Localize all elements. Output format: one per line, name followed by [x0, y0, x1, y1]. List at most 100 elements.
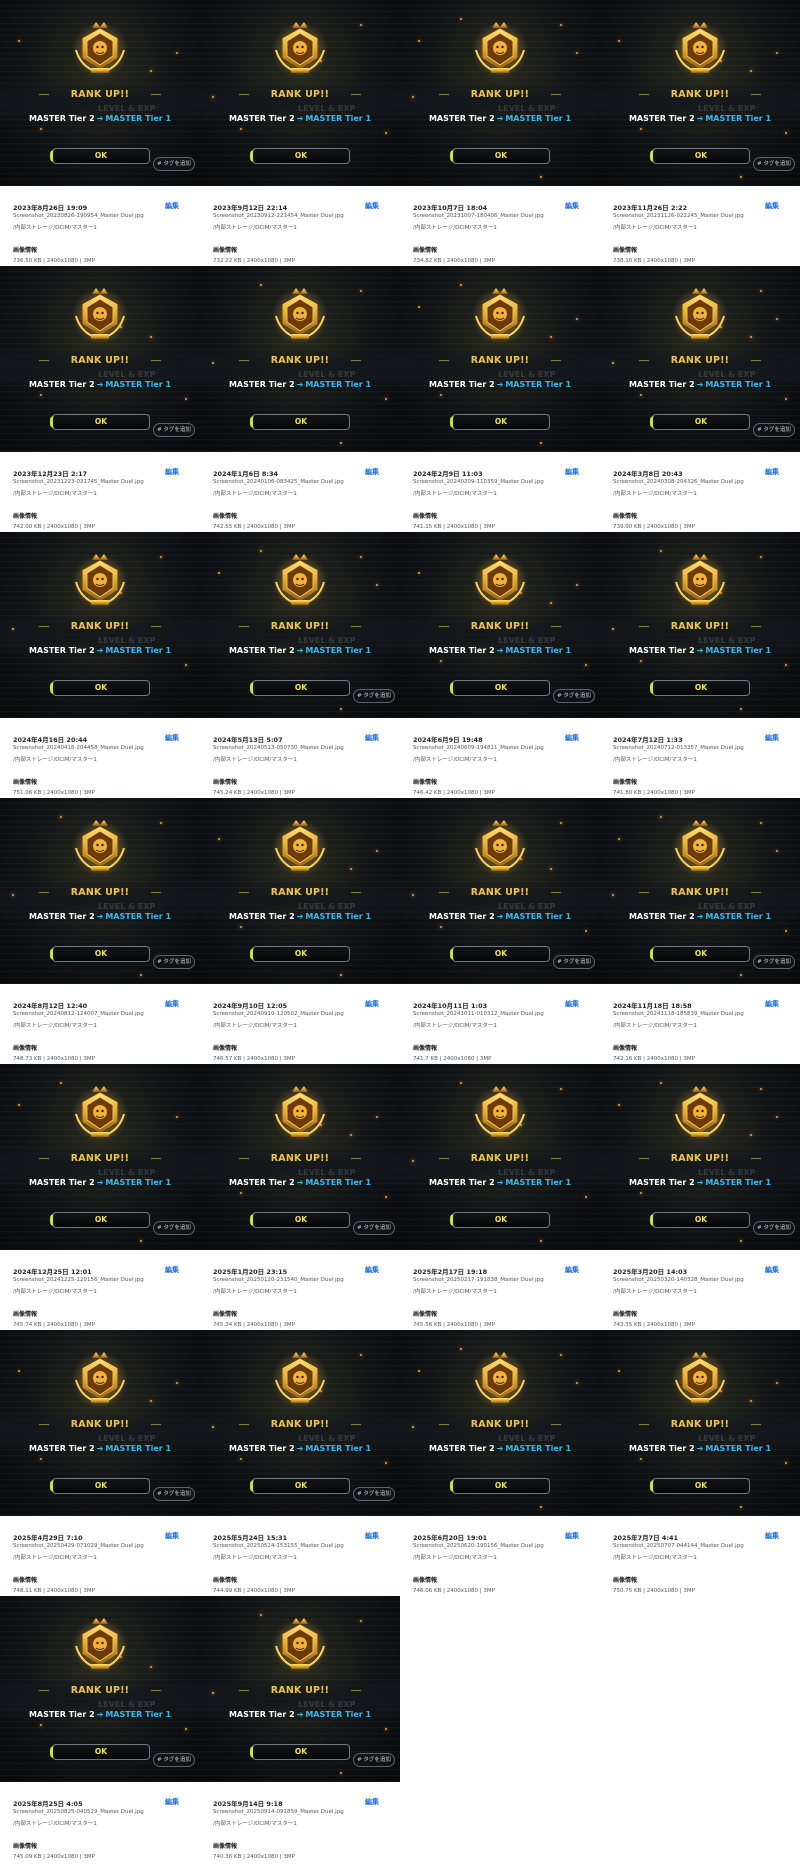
add-tag-button[interactable]: # タグを追加: [153, 1221, 195, 1235]
screenshot-thumbnail[interactable]: LEVEL & EXP RANK UP!! MASTER Tier 2 ➔ MA…: [400, 798, 600, 984]
edit-button[interactable]: 編集: [165, 999, 179, 1009]
ok-button[interactable]: OK: [450, 414, 550, 430]
screenshot-thumbnail[interactable]: LEVEL & EXP RANK UP!! MASTER Tier 2 ➔ MA…: [600, 1064, 800, 1250]
ok-button[interactable]: OK: [250, 148, 350, 164]
gallery-item[interactable]: LEVEL & EXP RANK UP!! MASTER Tier 2 ➔ MA…: [400, 1064, 600, 1330]
screenshot-thumbnail[interactable]: LEVEL & EXP RANK UP!! MASTER Tier 2 ➔ MA…: [400, 532, 600, 718]
screenshot-thumbnail[interactable]: LEVEL & EXP RANK UP!! MASTER Tier 2 ➔ MA…: [200, 798, 400, 984]
ok-button[interactable]: OK: [450, 1478, 550, 1494]
edit-button[interactable]: 編集: [165, 201, 179, 211]
screenshot-thumbnail[interactable]: LEVEL & EXP RANK UP!! MASTER Tier 2 ➔ MA…: [0, 1064, 200, 1250]
add-tag-button[interactable]: # タグを追加: [753, 157, 795, 171]
ok-button[interactable]: OK: [50, 1212, 150, 1228]
ok-button[interactable]: OK: [250, 680, 350, 696]
edit-button[interactable]: 編集: [565, 733, 579, 743]
ok-button[interactable]: OK: [250, 1744, 350, 1760]
screenshot-thumbnail[interactable]: LEVEL & EXP RANK UP!! MASTER Tier 2 ➔ MA…: [600, 0, 800, 186]
ok-button[interactable]: OK: [450, 1212, 550, 1228]
gallery-item[interactable]: LEVEL & EXP RANK UP!! MASTER Tier 2 ➔ MA…: [400, 0, 600, 266]
gallery-item[interactable]: LEVEL & EXP RANK UP!! MASTER Tier 2 ➔ MA…: [600, 0, 800, 266]
ok-button[interactable]: OK: [50, 946, 150, 962]
screenshot-thumbnail[interactable]: LEVEL & EXP RANK UP!! MASTER Tier 2 ➔ MA…: [400, 1330, 600, 1516]
ok-button[interactable]: OK: [50, 148, 150, 164]
ok-button[interactable]: OK: [650, 1212, 750, 1228]
add-tag-button[interactable]: # タグを追加: [753, 955, 795, 969]
add-tag-button[interactable]: # タグを追加: [753, 423, 795, 437]
edit-button[interactable]: 編集: [165, 1797, 179, 1807]
gallery-item[interactable]: LEVEL & EXP RANK UP!! MASTER Tier 2 ➔ MA…: [600, 532, 800, 798]
ok-button[interactable]: OK: [650, 946, 750, 962]
add-tag-button[interactable]: # タグを追加: [553, 955, 595, 969]
ok-button[interactable]: OK: [650, 1478, 750, 1494]
add-tag-button[interactable]: # タグを追加: [353, 689, 395, 703]
screenshot-thumbnail[interactable]: LEVEL & EXP RANK UP!! MASTER Tier 2 ➔ MA…: [0, 1596, 200, 1782]
gallery-item[interactable]: LEVEL & EXP RANK UP!! MASTER Tier 2 ➔ MA…: [600, 798, 800, 1064]
edit-button[interactable]: 編集: [165, 733, 179, 743]
gallery-item[interactable]: LEVEL & EXP RANK UP!! MASTER Tier 2 ➔ MA…: [200, 1596, 400, 1862]
ok-button[interactable]: OK: [50, 1744, 150, 1760]
edit-button[interactable]: 編集: [565, 1531, 579, 1541]
ok-button[interactable]: OK: [450, 148, 550, 164]
edit-button[interactable]: 編集: [765, 733, 779, 743]
gallery-item[interactable]: LEVEL & EXP RANK UP!! MASTER Tier 2 ➔ MA…: [0, 532, 200, 798]
screenshot-thumbnail[interactable]: LEVEL & EXP RANK UP!! MASTER Tier 2 ➔ MA…: [200, 1596, 400, 1782]
ok-button[interactable]: OK: [50, 680, 150, 696]
add-tag-button[interactable]: # タグを追加: [553, 689, 595, 703]
edit-button[interactable]: 編集: [365, 1797, 379, 1807]
screenshot-thumbnail[interactable]: LEVEL & EXP RANK UP!! MASTER Tier 2 ➔ MA…: [400, 0, 600, 186]
edit-button[interactable]: 編集: [765, 1265, 779, 1275]
screenshot-thumbnail[interactable]: LEVEL & EXP RANK UP!! MASTER Tier 2 ➔ MA…: [400, 266, 600, 452]
edit-button[interactable]: 編集: [365, 1531, 379, 1541]
add-tag-button[interactable]: # タグを追加: [353, 1753, 395, 1767]
screenshot-thumbnail[interactable]: LEVEL & EXP RANK UP!! MASTER Tier 2 ➔ MA…: [200, 0, 400, 186]
ok-button[interactable]: OK: [250, 414, 350, 430]
edit-button[interactable]: 編集: [365, 1265, 379, 1275]
screenshot-thumbnail[interactable]: LEVEL & EXP RANK UP!! MASTER Tier 2 ➔ MA…: [0, 532, 200, 718]
add-tag-button[interactable]: # タグを追加: [153, 423, 195, 437]
screenshot-thumbnail[interactable]: LEVEL & EXP RANK UP!! MASTER Tier 2 ➔ MA…: [400, 1064, 600, 1250]
add-tag-button[interactable]: # タグを追加: [753, 1221, 795, 1235]
gallery-item[interactable]: LEVEL & EXP RANK UP!! MASTER Tier 2 ➔ MA…: [400, 532, 600, 798]
screenshot-thumbnail[interactable]: LEVEL & EXP RANK UP!! MASTER Tier 2 ➔ MA…: [200, 1330, 400, 1516]
screenshot-thumbnail[interactable]: LEVEL & EXP RANK UP!! MASTER Tier 2 ➔ MA…: [600, 532, 800, 718]
screenshot-thumbnail[interactable]: LEVEL & EXP RANK UP!! MASTER Tier 2 ➔ MA…: [0, 266, 200, 452]
gallery-item[interactable]: LEVEL & EXP RANK UP!! MASTER Tier 2 ➔ MA…: [0, 798, 200, 1064]
gallery-item[interactable]: LEVEL & EXP RANK UP!! MASTER Tier 2 ➔ MA…: [400, 798, 600, 1064]
screenshot-thumbnail[interactable]: LEVEL & EXP RANK UP!! MASTER Tier 2 ➔ MA…: [0, 1330, 200, 1516]
ok-button[interactable]: OK: [50, 1478, 150, 1494]
gallery-item[interactable]: LEVEL & EXP RANK UP!! MASTER Tier 2 ➔ MA…: [600, 1064, 800, 1330]
ok-button[interactable]: OK: [250, 946, 350, 962]
screenshot-thumbnail[interactable]: LEVEL & EXP RANK UP!! MASTER Tier 2 ➔ MA…: [0, 798, 200, 984]
edit-button[interactable]: 編集: [765, 467, 779, 477]
gallery-item[interactable]: LEVEL & EXP RANK UP!! MASTER Tier 2 ➔ MA…: [200, 798, 400, 1064]
gallery-item[interactable]: LEVEL & EXP RANK UP!! MASTER Tier 2 ➔ MA…: [0, 266, 200, 532]
add-tag-button[interactable]: # タグを追加: [153, 955, 195, 969]
gallery-item[interactable]: LEVEL & EXP RANK UP!! MASTER Tier 2 ➔ MA…: [200, 532, 400, 798]
ok-button[interactable]: OK: [650, 680, 750, 696]
edit-button[interactable]: 編集: [365, 467, 379, 477]
screenshot-thumbnail[interactable]: LEVEL & EXP RANK UP!! MASTER Tier 2 ➔ MA…: [200, 1064, 400, 1250]
gallery-item[interactable]: LEVEL & EXP RANK UP!! MASTER Tier 2 ➔ MA…: [0, 1064, 200, 1330]
gallery-item[interactable]: LEVEL & EXP RANK UP!! MASTER Tier 2 ➔ MA…: [200, 1064, 400, 1330]
ok-button[interactable]: OK: [450, 680, 550, 696]
gallery-item[interactable]: LEVEL & EXP RANK UP!! MASTER Tier 2 ➔ MA…: [400, 1330, 600, 1596]
screenshot-thumbnail[interactable]: LEVEL & EXP RANK UP!! MASTER Tier 2 ➔ MA…: [600, 1330, 800, 1516]
ok-button[interactable]: OK: [250, 1478, 350, 1494]
edit-button[interactable]: 編集: [365, 733, 379, 743]
screenshot-thumbnail[interactable]: LEVEL & EXP RANK UP!! MASTER Tier 2 ➔ MA…: [600, 798, 800, 984]
gallery-item[interactable]: LEVEL & EXP RANK UP!! MASTER Tier 2 ➔ MA…: [600, 266, 800, 532]
gallery-item[interactable]: LEVEL & EXP RANK UP!! MASTER Tier 2 ➔ MA…: [200, 266, 400, 532]
edit-button[interactable]: 編集: [365, 201, 379, 211]
gallery-item[interactable]: LEVEL & EXP RANK UP!! MASTER Tier 2 ➔ MA…: [200, 1330, 400, 1596]
edit-button[interactable]: 編集: [565, 467, 579, 477]
edit-button[interactable]: 編集: [765, 999, 779, 1009]
screenshot-thumbnail[interactable]: LEVEL & EXP RANK UP!! MASTER Tier 2 ➔ MA…: [0, 0, 200, 186]
screenshot-thumbnail[interactable]: LEVEL & EXP RANK UP!! MASTER Tier 2 ➔ MA…: [200, 532, 400, 718]
ok-button[interactable]: OK: [450, 946, 550, 962]
edit-button[interactable]: 編集: [565, 1265, 579, 1275]
edit-button[interactable]: 編集: [765, 201, 779, 211]
edit-button[interactable]: 編集: [165, 1531, 179, 1541]
ok-button[interactable]: OK: [250, 1212, 350, 1228]
screenshot-thumbnail[interactable]: LEVEL & EXP RANK UP!! MASTER Tier 2 ➔ MA…: [600, 266, 800, 452]
gallery-item[interactable]: LEVEL & EXP RANK UP!! MASTER Tier 2 ➔ MA…: [0, 1596, 200, 1862]
